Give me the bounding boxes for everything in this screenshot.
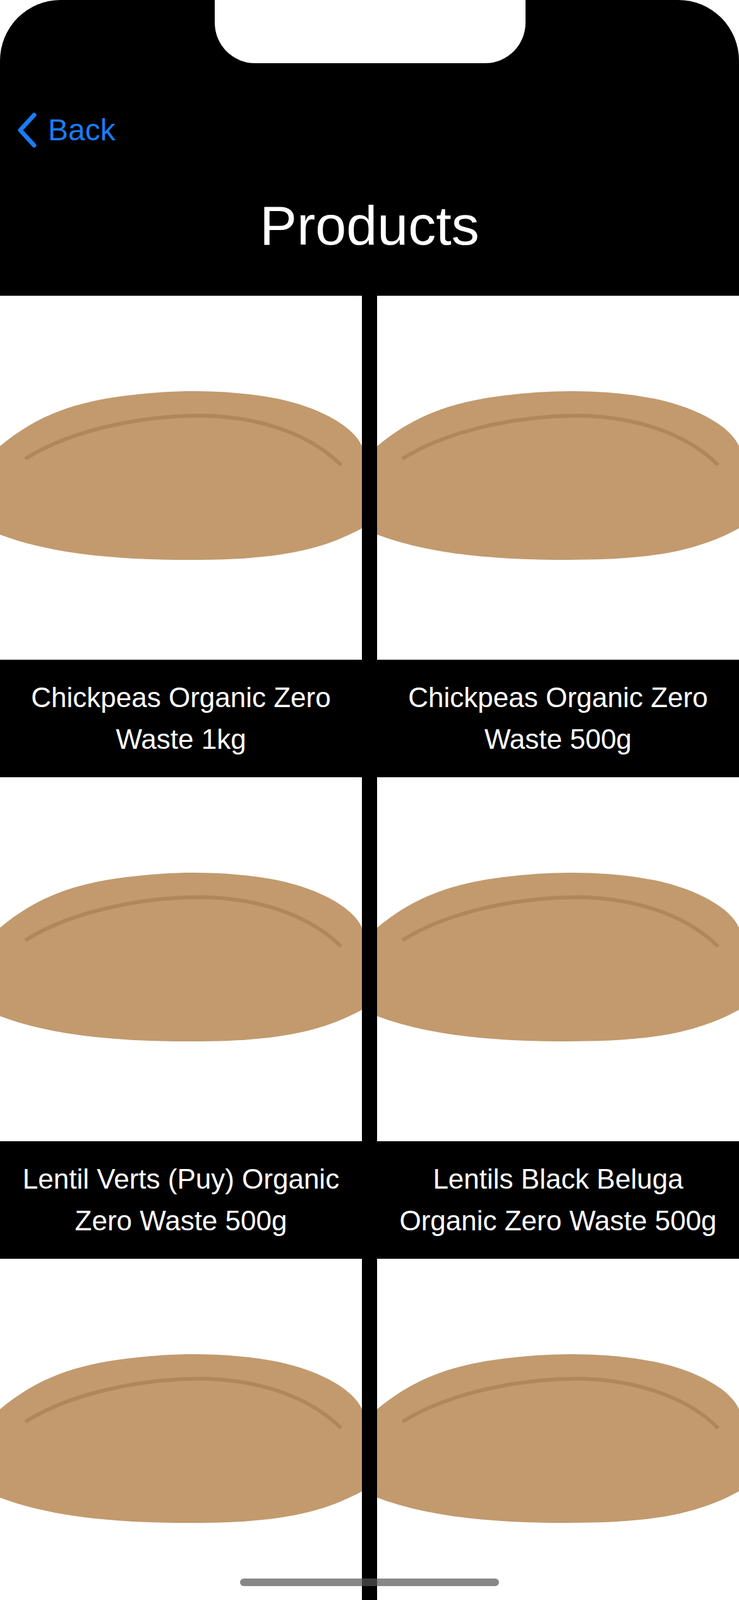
product-row [0, 1258, 739, 1600]
product-name: Lentil Verts (Puy) Organic Zero Waste 50… [0, 1140, 362, 1259]
product-image [377, 776, 739, 1141]
product-photo [0, 1332, 362, 1548]
product-image [377, 295, 739, 660]
product-photo [377, 1332, 739, 1548]
product-card[interactable]: Lentil Verts (Puy) Organic Zero Waste 50… [0, 776, 362, 1259]
product-name: Lentils Black Beluga Organic Zero Waste … [377, 1140, 739, 1259]
product-name: Chickpeas Organic Zero Waste 500g [377, 659, 739, 777]
header: Back Products [0, 0, 739, 296]
product-card[interactable] [377, 1258, 739, 1600]
product-card[interactable]: Chickpeas Organic Zero Waste 1kg [0, 295, 362, 777]
back-label: Back [48, 111, 116, 150]
page-title: Products [0, 190, 739, 261]
chevron-left-icon [15, 111, 38, 150]
product-image [377, 1258, 739, 1600]
product-image [0, 776, 362, 1141]
product-row: Chickpeas Organic Zero Waste 1kgChickpea… [0, 295, 739, 777]
product-card[interactable]: Chickpeas Organic Zero Waste 500g [377, 295, 739, 777]
product-image [0, 1258, 362, 1600]
product-photo [377, 370, 739, 585]
product-grid: Chickpeas Organic Zero Waste 1kgChickpea… [0, 295, 739, 1600]
product-row: Lentil Verts (Puy) Organic Zero Waste 50… [0, 776, 739, 1259]
product-card[interactable]: Lentils Black Beluga Organic Zero Waste … [377, 776, 739, 1259]
back-button[interactable]: Back [0, 111, 739, 150]
product-photo [0, 851, 362, 1067]
product-photo [377, 851, 739, 1067]
product-image [0, 295, 362, 660]
home-indicator [240, 1577, 499, 1586]
product-photo [0, 370, 362, 585]
product-name: Chickpeas Organic Zero Waste 1kg [0, 659, 362, 777]
notch [214, 0, 526, 64]
product-card[interactable] [0, 1258, 362, 1600]
